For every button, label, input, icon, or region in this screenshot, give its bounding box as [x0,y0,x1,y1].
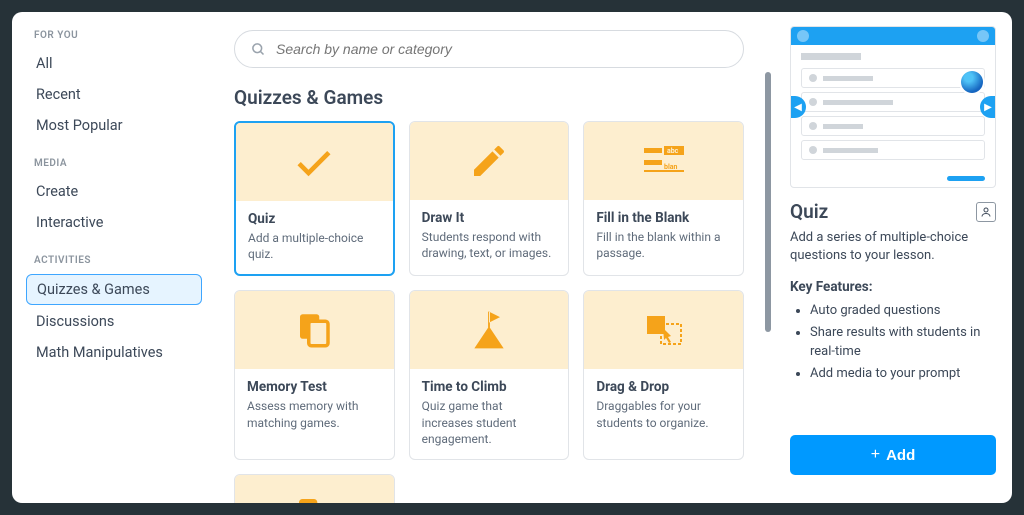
student-paced-icon[interactable] [976,202,996,222]
preview-body [791,45,995,172]
preview-option [801,140,985,160]
user-icon [977,30,989,42]
scrollbar[interactable] [765,72,771,503]
preview-placeholder [801,53,861,60]
sidebar-item-create[interactable]: Create [26,177,202,206]
check-icon [292,140,336,184]
preview-progress [947,176,985,181]
scrollbar-thumb[interactable] [765,72,771,332]
card-title: Draw It [422,210,557,226]
help-icon [797,30,809,42]
section-heading: Quizzes & Games [234,86,744,109]
card-image [236,123,393,201]
blank-icon: abc blan [640,142,688,180]
card-body: Quiz Add a multiple-choice quiz. [236,201,393,274]
sidebar-item-discussions[interactable]: Discussions [26,307,202,336]
card-title: Drag & Drop [596,379,731,395]
activity-card-quiz[interactable]: Quiz Add a multiple-choice quiz. [234,121,395,276]
svg-text:blan: blan [664,163,678,171]
card-desc: Assess memory with matching games. [247,398,382,430]
card-body: Memory Test Assess memory with matching … [235,369,394,442]
sidebar-item-quizzes[interactable]: Quizzes & Games [26,274,202,305]
card-image [410,122,569,200]
activity-card-fill-blank[interactable]: abc blan Fill in the Blank Fill in the b… [583,121,744,276]
panel-title: Quiz [790,200,828,223]
sidebar-item-label: Create [36,183,78,200]
activity-card-draw-it[interactable]: Draw It Students respond with drawing, t… [409,121,570,276]
sidebar: FOR YOU All Recent Most Popular MEDIA Cr… [12,12,216,503]
sidebar-item-label: Interactive [36,214,103,231]
sidebar-section-media: MEDIA Create Interactive [26,158,202,237]
features-list: Auto graded questions Share results with… [790,301,996,385]
card-body: Draw It Students respond with drawing, t… [410,200,569,273]
app-container: FOR YOU All Recent Most Popular MEDIA Cr… [12,12,1012,503]
preview-topbar [791,27,995,45]
sidebar-item-label: Math Manipulatives [36,344,163,361]
card-body: Fill in the Blank Fill in the blank with… [584,200,743,273]
card-desc: Students respond with drawing, text, or … [422,229,557,261]
preview-option [801,116,985,136]
activity-grid: Quiz Add a multiple-choice quiz. Draw It… [234,121,744,503]
sidebar-item-label: Quizzes & Games [37,281,150,298]
card-image [584,291,743,369]
details-panel: ◀ ▶ Quiz Add a series of multiple-choice… [774,12,1012,503]
main-content: Quizzes & Games Quiz Add a multiple-choi… [216,12,762,503]
sidebar-item-label: All [36,55,53,72]
card-title: Time to Climb [422,379,557,395]
sidebar-item-label: Discussions [36,313,114,330]
plus-icon: + [871,446,880,464]
sidebar-heading-activities: ACTIVITIES [26,255,202,266]
sidebar-heading-media: MEDIA [26,158,202,169]
sidebar-section-for-you: FOR YOU All Recent Most Popular [26,30,202,140]
card-image: abc blan [584,122,743,200]
drag-icon [641,310,687,350]
activity-card-time-to-climb[interactable]: Time to Climb Quiz game that increases s… [409,290,570,460]
preview-thumbnail: ◀ ▶ [790,26,996,188]
card-title: Fill in the Blank [596,210,731,226]
activity-card-partial[interactable]: a [234,474,395,503]
translate-icon: a [294,494,334,503]
preview-nav-right-icon: ▶ [980,96,996,118]
sidebar-section-activities: ACTIVITIES Quizzes & Games Discussions M… [26,255,202,367]
card-image [410,291,569,369]
activity-card-drag-drop[interactable]: Drag & Drop Draggables for your students… [583,290,744,460]
features-heading: Key Features: [790,279,996,295]
card-desc: Quiz game that increases student engagem… [422,398,557,447]
sidebar-item-math[interactable]: Math Manipulatives [26,338,202,367]
sidebar-item-all[interactable]: All [26,49,202,78]
sidebar-item-recent[interactable]: Recent [26,80,202,109]
sidebar-item-label: Most Popular [36,117,123,134]
card-image: a [235,475,394,503]
sidebar-heading-for-you: FOR YOU [26,30,202,41]
card-desc: Draggables for your students to organize… [596,398,731,430]
add-button-label: Add [886,447,915,464]
cards-icon [293,309,335,351]
card-image [235,291,394,369]
preview-option [801,92,985,112]
pencil-icon [469,141,509,181]
card-title: Memory Test [247,379,382,395]
feature-item: Auto graded questions [810,301,996,321]
svg-text:abc: abc [667,147,679,155]
search-input[interactable] [276,41,727,57]
card-desc: Add a multiple-choice quiz. [248,230,381,262]
feature-item: Add media to your prompt [810,364,996,384]
card-body: Time to Climb Quiz game that increases s… [410,369,569,459]
card-body: Drag & Drop Draggables for your students… [584,369,743,442]
card-desc: Fill in the blank within a passage. [596,229,731,261]
preview-option [801,68,985,88]
card-title: Quiz [248,211,381,227]
add-button[interactable]: + Add [790,435,996,475]
panel-description: Add a series of multiple-choice question… [790,229,996,265]
search-bar[interactable] [234,30,744,68]
feature-item: Share results with students in real-time [810,323,996,362]
sidebar-item-most-popular[interactable]: Most Popular [26,111,202,140]
sidebar-item-label: Recent [36,86,81,103]
sidebar-item-interactive[interactable]: Interactive [26,208,202,237]
globe-icon [961,71,983,93]
search-icon [251,42,266,57]
flag-icon [467,308,511,352]
activity-card-memory[interactable]: Memory Test Assess memory with matching … [234,290,395,460]
panel-title-row: Quiz [790,200,996,223]
